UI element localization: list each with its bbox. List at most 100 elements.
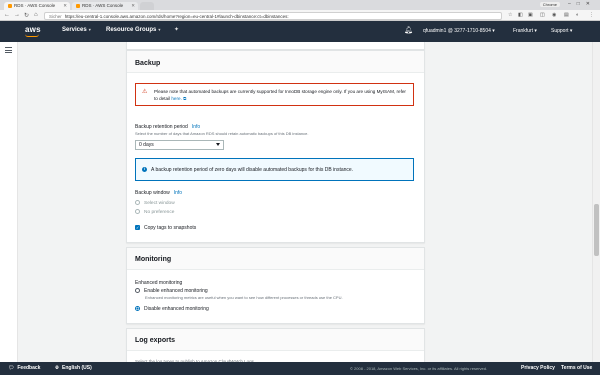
privacy-policy-link[interactable]: Privacy Policy <box>521 365 555 371</box>
retention-description: Select the number of days that Amazon RD… <box>135 131 309 136</box>
account-label: qfuadmin1 @ 3277-1710-8504 <box>423 28 491 34</box>
bookmark-star-icon[interactable]: ☆ <box>508 12 512 18</box>
warning-here-link[interactable]: here. <box>171 96 181 101</box>
close-tab-icon[interactable]: ✕ <box>131 3 135 9</box>
select-window-label: Select window <box>144 200 175 206</box>
back-icon[interactable]: ← <box>4 12 10 18</box>
feedback-label: Feedback <box>17 365 41 371</box>
aws-top-nav: aws Services ▾ Resource Groups ▾ ✦ 🔔︎ qfua… <box>0 21 600 42</box>
warning-text: Please note that automated backups are c… <box>154 88 409 102</box>
terms-of-use-link[interactable]: Terms of Use <box>561 365 592 371</box>
radio-circle-icon <box>135 209 140 214</box>
resource-groups-menu[interactable]: Resource Groups ▾ <box>106 27 160 33</box>
enable-enhanced-description: Enhanced monitoring metrics are useful w… <box>145 295 343 300</box>
aws-favicon-icon <box>76 3 80 8</box>
checkmark-icon: ✓ <box>135 225 140 231</box>
browser-tab-active[interactable]: RDS · AWS Console ✕ <box>4 2 70 10</box>
retention-label: Backup retention period Info <box>135 124 200 130</box>
bell-icon[interactable]: 🔔︎ <box>404 26 413 34</box>
no-preference-radio[interactable]: No preference <box>135 209 174 215</box>
backup-window-label: Backup window Info <box>135 190 182 196</box>
extension-icon[interactable]: ▣ <box>528 12 533 18</box>
chevron-down-icon: ▾ <box>88 27 91 32</box>
tab-title: RDS · AWS Console <box>82 3 124 8</box>
disable-enhanced-label: Disable enhanced monitoring <box>144 306 209 312</box>
previous-section-card <box>126 42 425 50</box>
browser-toolbar: ← → ↻ ⌂ Sicher https://eu-central-1.conso… <box>0 10 600 21</box>
forward-icon[interactable]: → <box>14 12 20 18</box>
enable-enhanced-monitoring-radio[interactable]: Enable enhanced monitoring <box>135 288 208 294</box>
new-tab-button[interactable] <box>140 2 154 10</box>
radio-circle-icon <box>135 200 140 205</box>
home-icon[interactable]: ⌂ <box>34 12 38 18</box>
chevron-down-icon: ▾ <box>158 27 161 32</box>
extension-icon[interactable]: ◐ <box>576 12 579 18</box>
chevron-down-icon: ▾ <box>534 28 537 34</box>
info-alert: i A backup retention period of zero days… <box>135 158 414 181</box>
warning-message: Please note that automated backups are c… <box>154 89 406 101</box>
page-scrollbar-thumb[interactable] <box>594 204 599 256</box>
backup-section: Backup ⚠ Please note that automated back… <box>126 50 425 243</box>
log-exports-title: Log exports <box>127 329 424 351</box>
side-nav-strip <box>0 42 18 362</box>
language-selector[interactable]: 🌐︎ English (US) <box>55 365 92 371</box>
feedback-icon: 💬︎ <box>8 365 15 371</box>
info-alert-text: A backup retention period of zero days w… <box>151 167 354 173</box>
resource-groups-label: Resource Groups <box>106 27 157 33</box>
warning-icon: ⚠ <box>142 89 148 95</box>
backup-title: Backup <box>127 51 424 73</box>
aws-favicon-icon <box>8 3 12 8</box>
external-link-icon[interactable]: ⧉ <box>183 96 186 101</box>
hamburger-menu-icon[interactable] <box>5 47 12 55</box>
globe-icon: 🌐︎ <box>55 365 60 371</box>
backup-window-label-text: Backup window <box>135 190 170 196</box>
extension-icon[interactable]: ◫ <box>540 12 545 18</box>
page-scrollbar-track[interactable] <box>592 42 600 362</box>
reload-icon[interactable]: ↻ <box>24 12 29 19</box>
browser-user-chip[interactable]: Chrome <box>539 2 560 7</box>
browser-tab[interactable]: RDS · AWS Console ✕ <box>72 2 138 10</box>
monitoring-section: Monitoring Enhanced monitoring Enable en… <box>126 247 425 324</box>
chevron-down-icon: ▾ <box>492 28 495 34</box>
disable-enhanced-monitoring-radio[interactable]: Disable enhanced monitoring <box>135 306 209 312</box>
backup-window-info-link[interactable]: Info <box>174 190 182 196</box>
security-label: Sicher <box>49 13 62 19</box>
browser-menu-icon[interactable]: ⋮ <box>589 12 594 18</box>
info-icon: i <box>142 167 147 172</box>
services-label: Services <box>62 27 87 33</box>
retention-value: 0 days <box>139 142 154 148</box>
aws-smile-icon <box>25 34 39 37</box>
radio-circle-icon <box>135 288 140 294</box>
radio-selected-icon <box>135 306 140 312</box>
support-menu[interactable]: Support ▾ <box>551 28 572 34</box>
retention-label-text: Backup retention period <box>135 124 188 130</box>
aws-logo-text: aws <box>25 25 41 34</box>
enhanced-monitoring-label: Enhanced monitoring <box>135 280 183 286</box>
select-window-radio[interactable]: Select window <box>135 200 175 206</box>
account-menu[interactable]: qfuadmin1 @ 3277-1710-8504 ▾ <box>423 28 495 34</box>
enable-enhanced-label: Enable enhanced monitoring <box>144 288 208 294</box>
close-tab-icon[interactable]: ✕ <box>63 3 67 9</box>
copy-tags-label: Copy tags to snapshots <box>144 225 197 231</box>
window-controls[interactable]: –□✕ <box>568 1 596 7</box>
aws-logo[interactable]: aws <box>25 25 41 37</box>
url-text: https://eu-central-1.console.aws.amazon.… <box>64 13 289 19</box>
services-menu[interactable]: Services ▾ <box>62 27 91 33</box>
region-label: Frankfurt <box>513 28 534 34</box>
tab-title: RDS · AWS Console <box>14 3 56 8</box>
region-menu[interactable]: Frankfurt ▾ <box>513 28 537 34</box>
monitoring-title: Monitoring <box>127 248 424 270</box>
pin-icon[interactable]: ✦ <box>174 26 179 33</box>
caret-down-icon <box>216 143 220 146</box>
extension-icon[interactable]: ▤ <box>564 12 569 18</box>
feedback-button[interactable]: 💬︎ Feedback <box>8 365 40 371</box>
retention-info-link[interactable]: Info <box>192 124 200 130</box>
extension-icon[interactable]: ◧ <box>518 12 523 18</box>
no-preference-label: No preference <box>144 209 175 215</box>
retention-period-select[interactable]: 0 days <box>135 140 224 150</box>
copy-tags-checkbox[interactable]: ✓ Copy tags to snapshots <box>135 225 196 231</box>
extension-icon[interactable]: ◉ <box>552 12 556 18</box>
support-label: Support <box>551 28 569 34</box>
address-bar[interactable]: Sicher https://eu-central-1.console.aws.a… <box>44 11 502 20</box>
warning-alert: ⚠ Please note that automated backups are… <box>135 83 414 106</box>
